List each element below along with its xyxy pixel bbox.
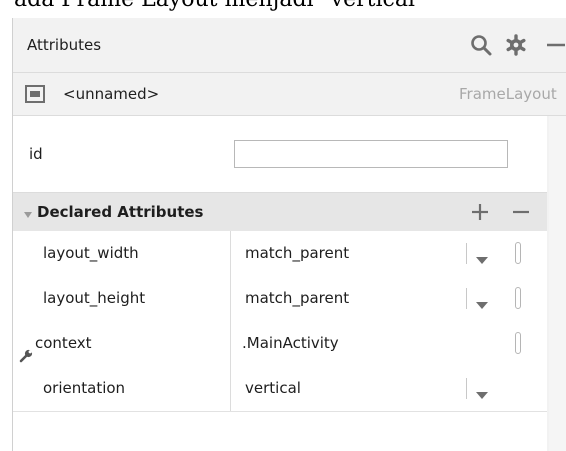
gear-icon[interactable] <box>504 33 528 57</box>
dropdown-arrow-icon[interactable] <box>476 250 488 264</box>
component-type: FrameLayout <box>459 85 557 103</box>
vertical-scrollbar[interactable] <box>549 116 566 451</box>
minimize-icon[interactable] <box>543 33 566 57</box>
attribute-value[interactable]: vertical <box>245 366 301 411</box>
dropdown-separator <box>466 243 467 264</box>
attribute-name: layout_height <box>13 276 231 321</box>
attribute-pill-toggle[interactable] <box>515 332 521 354</box>
id-label: id <box>29 145 43 163</box>
component-name: <unnamed> <box>63 85 160 103</box>
attribute-value[interactable]: match_parent <box>245 276 349 321</box>
dropdown-separator <box>466 288 467 309</box>
dropdown-arrow-icon[interactable] <box>476 295 488 309</box>
attribute-pill-toggle[interactable] <box>515 287 521 309</box>
panel-titlebar: Attributes <box>13 18 566 73</box>
attribute-row-orientation: orientation vertical <box>13 366 547 412</box>
attributes-empty-area <box>13 411 547 451</box>
id-row: id <box>13 116 547 192</box>
attribute-value[interactable]: .MainActivity <box>242 321 339 366</box>
attribute-pill-toggle[interactable] <box>515 242 521 264</box>
attribute-name-cell: context <box>13 321 231 366</box>
attribute-row-context: context .MainActivity <box>13 321 547 367</box>
component-row: <unnamed> FrameLayout <box>13 73 566 116</box>
remove-attribute-button[interactable] <box>509 200 533 224</box>
attribute-name: layout_width <box>13 231 231 276</box>
attributes-panel: Attributes <unnamed> FrameLayout id Decl… <box>12 18 566 451</box>
declared-attributes-header[interactable]: Declared Attributes <box>13 192 547 232</box>
attribute-name: context <box>35 334 92 352</box>
attribute-value[interactable]: match_parent <box>245 231 349 276</box>
attribute-row-layout-width: layout_width match_parent <box>13 231 547 277</box>
search-icon[interactable] <box>469 33 493 57</box>
attribute-row-layout-height: layout_height match_parent <box>13 276 547 322</box>
collapse-triangle-icon[interactable] <box>23 205 33 218</box>
attributes-content: id Declared Attributes layout_width matc… <box>13 116 547 451</box>
dropdown-separator <box>466 378 467 399</box>
id-input[interactable] <box>234 140 508 168</box>
framelayout-icon <box>25 85 45 103</box>
dropdown-arrow-icon[interactable] <box>476 385 488 399</box>
add-attribute-button[interactable] <box>468 200 492 224</box>
attribute-name: orientation <box>13 366 231 411</box>
panel-title: Attributes <box>27 36 102 54</box>
page-heading-fragment: ada Frame Layout menjadi "vertical" <box>14 0 425 12</box>
section-title: Declared Attributes <box>37 203 204 221</box>
wrench-icon <box>19 336 33 363</box>
